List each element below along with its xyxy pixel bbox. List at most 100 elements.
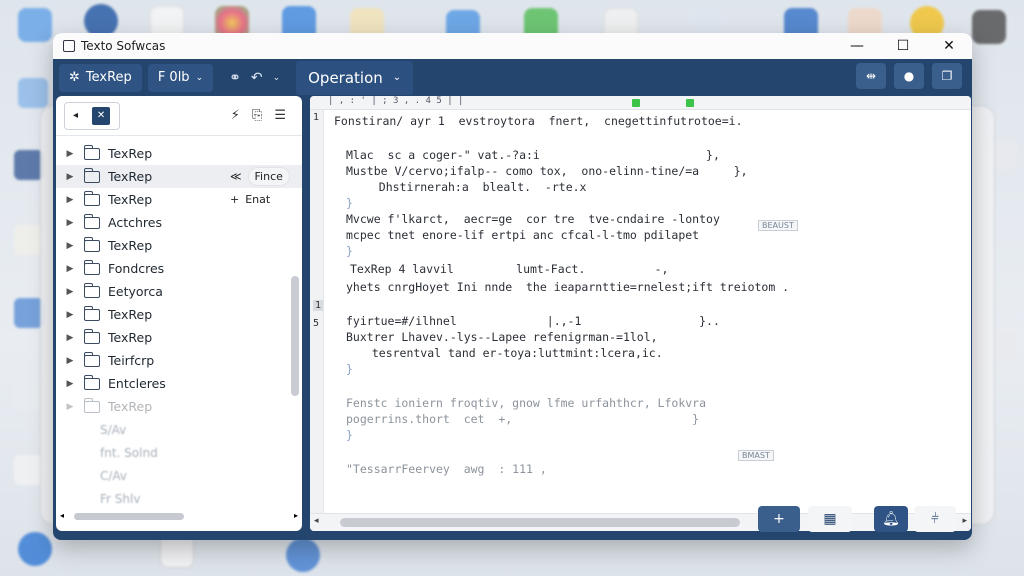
code-line[interactable]: Dhstirnerah:a blealt. -rte.x	[358, 180, 587, 194]
chevron-down-icon: ⌄	[392, 72, 402, 83]
desktop-icon-left-1[interactable]	[18, 78, 48, 108]
file-menu-label: F 0lb	[157, 70, 190, 85]
chevron-right-icon[interactable]: ▶	[56, 195, 84, 205]
ruler-marker[interactable]	[686, 99, 694, 107]
code-line[interactable]: pogerrins.thort cet +, }	[346, 412, 699, 426]
sidebar-item[interactable]: ▶ TexRep	[56, 326, 302, 349]
title-bar[interactable]: Texto Sofwcas — ☐ ✕	[53, 33, 972, 59]
chevron-right-icon[interactable]: ▶	[56, 333, 84, 343]
ruler-marker[interactable]	[632, 99, 640, 107]
notifications-button[interactable]: 🔔︎	[874, 506, 908, 532]
code-line[interactable]: mcpec tnet enore-lif ertpi anc cfcal-l-t…	[346, 228, 699, 242]
code-line[interactable]: Buxtrer Lhavev.-lys--Lapee refenigrman-=…	[346, 330, 658, 344]
code-content[interactable]: Fonstiran/ ayr 1 evstroytora fnert, cneg…	[324, 110, 971, 513]
close-button[interactable]: ✕	[926, 33, 972, 59]
code-line[interactable]: Fonstiran/ ayr 1 evstroytora fnert, cneg…	[334, 114, 743, 128]
code-line[interactable]: }	[346, 196, 353, 210]
sidebar-item[interactable]: ▶ Fondcres	[56, 257, 302, 280]
grid-list-icon: ▦	[823, 511, 837, 527]
inline-tag[interactable]: BEAUST	[758, 220, 798, 231]
sidebar-item[interactable]: ▶ TexRep	[56, 395, 302, 418]
export-icon[interactable]: ⎘	[252, 108, 262, 123]
dock-icon-app[interactable]	[286, 538, 320, 572]
list-icon[interactable]: ☰	[274, 108, 286, 123]
editor-ruler: | , : ' | ; 3 , . 4 5 | |	[310, 96, 971, 110]
sidebar-item[interactable]: ▶ TexRep + Enat	[56, 188, 302, 211]
app-menu-label: TexRep	[85, 70, 132, 85]
sidebar-ghost-item: S/Av	[100, 422, 127, 437]
sidebar-item-label: TexRep	[108, 192, 153, 207]
row-action-link[interactable]: + Enat	[230, 193, 270, 206]
sidebar-item[interactable]: ▶ Actchres	[56, 211, 302, 234]
split-view-icon[interactable]: ⇹	[856, 63, 886, 89]
folder-icon	[84, 397, 100, 413]
chevron-down-icon[interactable]: ⌄	[273, 73, 281, 83]
sidebar-item-label: TexRep	[108, 330, 153, 345]
code-line[interactable]: tesrentval tand er-toya:luttmint:lcera,i…	[358, 346, 663, 360]
gear-icon: ✲	[69, 70, 80, 85]
link-icon[interactable]: ⚭	[229, 70, 241, 86]
chevron-right-icon[interactable]: ▶	[56, 172, 84, 182]
chevron-right-icon[interactable]: ▶	[56, 241, 84, 251]
sidebar-panel: ◂ ✕ ⚡ ⎘ ☰ ▶ TexRep ▶ TexRep ≪ Fince ▶ TexRep + En…	[56, 96, 302, 531]
code-line[interactable]: }	[346, 362, 353, 376]
folder-icon	[84, 213, 100, 229]
sidebar-item[interactable]: ▶ TexRep	[56, 234, 302, 257]
close-small-icon: ✕	[92, 106, 111, 125]
desktop-icon-camera[interactable]	[972, 10, 1006, 44]
chevron-right-icon[interactable]: ▶	[56, 218, 84, 228]
sidebar-item[interactable]: ▶ Teirfcrp	[56, 349, 302, 372]
copy-icon[interactable]: ❐	[932, 63, 962, 89]
code-line[interactable]: Mvcwe f'lkarct, aecr=ge cor tre tve-cnda…	[346, 212, 720, 226]
row-action-pill[interactable]: ≪ Fince	[230, 167, 290, 186]
code-line[interactable]: "TessarrFeervey awg : 111 ,	[346, 462, 547, 476]
add-button[interactable]: +	[758, 506, 800, 532]
code-line[interactable]: Fenstc ioniern froqtiv, gnow lfme urfaht…	[346, 396, 706, 410]
desktop-icon-finder[interactable]	[18, 8, 52, 42]
chevron-right-icon[interactable]: ▶	[56, 287, 84, 297]
chevron-right-icon[interactable]: ▶	[56, 379, 84, 389]
sidebar-item-label: TexRep	[108, 399, 153, 414]
row-action-label: Fince	[247, 167, 290, 186]
sidebar-item[interactable]: ▶ TexRep	[56, 142, 302, 165]
info-icon[interactable]: ●	[894, 63, 924, 89]
status-bar: + ▦ 🔔︎ ⫩	[53, 498, 972, 540]
back-close-toggle[interactable]: ◂ ✕	[64, 101, 120, 130]
code-line[interactable]: Mustbe V/cervo;ifalp-- como tox, ono-eli…	[346, 164, 748, 178]
document-icon	[84, 328, 100, 344]
code-line[interactable]: }	[346, 244, 353, 258]
sidebar-item[interactable]: ▶ TexRep ≪ Fince	[56, 165, 302, 188]
chevron-right-icon[interactable]: ▶	[56, 310, 84, 320]
operation-dropdown[interactable]: Operation ⌄	[296, 60, 414, 95]
file-menu-button[interactable]: F 0lb ⌄	[147, 63, 214, 92]
code-line[interactable]: }	[346, 428, 353, 442]
chevron-right-icon[interactable]: ▶	[56, 402, 84, 412]
chevron-right-icon[interactable]: ▶	[56, 264, 84, 274]
app-menu-button[interactable]: ✲ TexRep	[59, 63, 142, 92]
inline-tag[interactable]: BMAST	[738, 450, 774, 461]
plus-icon: +	[230, 193, 240, 206]
layout-button[interactable]: ▦	[808, 506, 852, 532]
sidebar-item[interactable]: ▶ TexRep	[56, 303, 302, 326]
code-line[interactable]: Mlac sc a coger-" vat.-?a:i },	[346, 148, 720, 162]
scrollbar-thumb[interactable]	[291, 276, 299, 396]
minimize-button[interactable]: —	[834, 33, 880, 59]
sidebar-ghost-item: fnt. Solnd	[100, 445, 158, 460]
maximize-button[interactable]: ☐	[880, 33, 926, 59]
chevron-right-icon[interactable]: ▶	[56, 356, 84, 366]
editor-gutter: 1 1 5	[310, 110, 324, 513]
sidebar-item[interactable]: ▶ Eetyorca	[56, 280, 302, 303]
bell-icon: 🔔︎	[882, 511, 900, 527]
code-editor[interactable]: | , : ' | ; 3 , . 4 5 | | 1 1 5 Fonstira…	[310, 96, 971, 531]
undo-icon[interactable]: ↶	[251, 70, 263, 86]
pin-icon[interactable]: ⚡	[231, 108, 240, 123]
code-line[interactable]: fyirtue=#/ilhnel |.,-1 }..	[346, 314, 720, 328]
sidebar-vertical-scrollbar[interactable]	[291, 136, 299, 521]
code-line[interactable]: TexRep 4 lavvil lumt-Fact. -,	[350, 262, 669, 276]
sidebar-item[interactable]: ▶ Entcleres	[56, 372, 302, 395]
code-line[interactable]: yhets cnrgHoyet Ini nnde the ieaparnttie…	[346, 280, 789, 294]
chevron-right-icon[interactable]: ▶	[56, 149, 84, 159]
settings-sliders-button[interactable]: ⫩	[914, 506, 956, 532]
dock-icon-download[interactable]	[18, 532, 52, 566]
toolbar-right-group: ⇹ ● ❐	[856, 63, 962, 89]
